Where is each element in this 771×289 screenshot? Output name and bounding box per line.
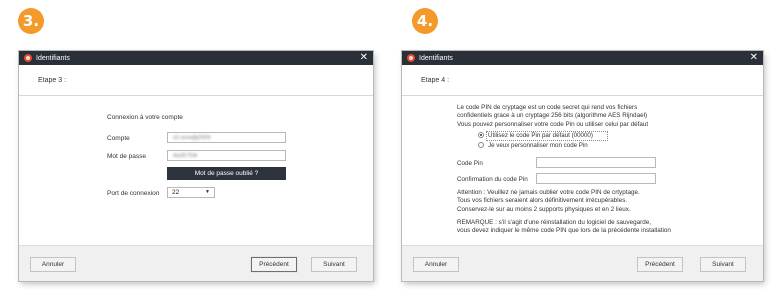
- close-icon[interactable]: ✕: [750, 52, 758, 64]
- chevron-down-icon: ▼: [205, 189, 210, 195]
- pin-label: Code Pin: [457, 160, 483, 167]
- previous-button[interactable]: Précédent: [250, 256, 298, 273]
- cancel-button[interactable]: Annuler: [413, 257, 459, 272]
- cancel-button[interactable]: Annuler: [30, 257, 76, 272]
- account-value: s2-sora@j2004: [173, 134, 211, 141]
- pin-confirm-field[interactable]: [536, 173, 656, 184]
- step-header: Etape 4 :: [402, 65, 763, 96]
- remark-line: vous devez indiquer le même code PIN que…: [457, 227, 671, 235]
- credentials-window-step3: Identifiants ✕ Etape 3 : Connexion à vot…: [19, 51, 373, 281]
- window-title: Identifiants: [36, 54, 70, 62]
- step-title: Etape 4 :: [421, 77, 450, 84]
- radio-custom-pin[interactable]: [478, 142, 484, 148]
- radio-default-pin-label[interactable]: Utilisez le code Pin par défaut (00000): [488, 132, 593, 139]
- step-4-badge: 4.: [412, 8, 438, 34]
- remark-text: REMARQUE : s'il s'agit d'une réinstallat…: [457, 219, 671, 236]
- radio-custom-pin-label[interactable]: Je veux personnaliser mon code Pin: [488, 142, 588, 149]
- titlebar: Identifiants ✕: [19, 51, 373, 65]
- intro-line: Vous pouvez personnaliser votre code Pin…: [457, 120, 649, 128]
- window-title: Identifiants: [419, 54, 453, 62]
- close-icon[interactable]: ✕: [360, 52, 368, 64]
- footer: Annuler Précédent Suivant: [19, 245, 373, 281]
- intro-text: Le code PIN de cryptage est un code secr…: [457, 104, 648, 129]
- password-label: Mot de passe: [107, 153, 147, 160]
- step-title: Etape 3 :: [38, 77, 67, 84]
- password-field[interactable]: Aa2E7DA: [167, 150, 286, 161]
- account-label: Compte: [107, 135, 130, 142]
- attention-line: Attention : Veuillez ne jamais oublier v…: [457, 189, 640, 196]
- password-value: Aa2E7DA: [173, 152, 198, 159]
- port-select[interactable]: 22 ▼: [167, 187, 215, 198]
- step-3-badge: 3.: [18, 8, 44, 34]
- account-field[interactable]: s2-sora@j2004: [167, 132, 286, 143]
- previous-button[interactable]: Précédent: [637, 257, 683, 272]
- attention-text: Attention : Veuillez ne jamais oublier v…: [457, 189, 640, 214]
- credentials-window-step4: Identifiants ✕ Etape 4 : Le code PIN de …: [402, 51, 763, 281]
- radio-default-pin[interactable]: [478, 132, 484, 138]
- app-logo-icon: [407, 54, 415, 62]
- titlebar: Identifiants ✕: [402, 51, 763, 65]
- next-button[interactable]: Suivant: [700, 257, 746, 272]
- attention-line: Tous vos fichiers seraient alors définit…: [457, 197, 628, 205]
- next-button[interactable]: Suivant: [311, 257, 357, 272]
- attention-line: Conservez-le sur au moins 2 supports phy…: [457, 205, 631, 213]
- step-header: Etape 3 :: [19, 65, 373, 96]
- intro-line: Le code PIN de cryptage est un code secr…: [457, 104, 638, 111]
- section-title: Connexion à votre compte: [107, 114, 183, 121]
- footer: Annuler Précédent Suivant: [402, 245, 763, 281]
- intro-line: confidentiels grace à un cryptage 256 bi…: [457, 112, 648, 120]
- pin-field[interactable]: [536, 157, 656, 168]
- port-value: 22: [172, 189, 180, 196]
- remark-line: REMARQUE : s'il s'agit d'une réinstallat…: [457, 219, 652, 226]
- forgot-password-button[interactable]: Mot de passe oublié ?: [167, 167, 286, 180]
- app-logo-icon: [24, 54, 32, 62]
- pin-confirm-label: Confirmation du code Pin: [457, 176, 528, 183]
- port-label: Port de connexion: [107, 190, 160, 197]
